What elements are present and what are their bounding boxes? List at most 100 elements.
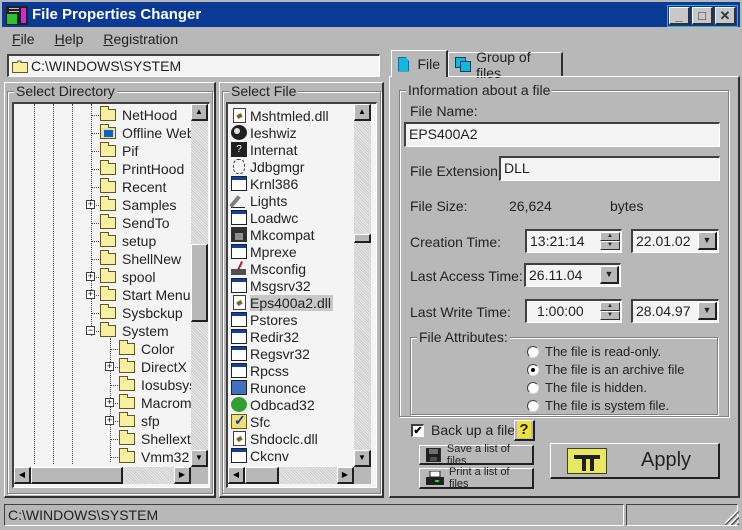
expand-icon[interactable]: + (105, 398, 114, 407)
radio-button[interactable] (527, 345, 539, 358)
creation-time-spinner[interactable]: ▲ ▼ (600, 232, 620, 251)
file-list-item[interactable]: Eps400a2.dll (231, 294, 333, 311)
file-list-item[interactable]: Rpcss (231, 362, 291, 379)
scroll-up-button[interactable]: ▲ (191, 104, 208, 121)
chevron-down-icon[interactable]: ▼ (698, 232, 717, 250)
tree-item[interactable]: Start Menu (100, 286, 190, 304)
expand-icon[interactable]: + (86, 272, 95, 281)
creation-time-input[interactable]: 13:21:14 ▲ ▼ (525, 229, 622, 253)
file-list-item[interactable]: Shdoclc.dll (231, 430, 320, 447)
file-list-item[interactable]: ? Internat (231, 141, 299, 158)
tree-item[interactable]: ShellNew (100, 250, 181, 268)
chevron-down-icon[interactable]: ▼ (698, 302, 717, 320)
spin-up-icon[interactable]: ▲ (600, 302, 620, 311)
expand-icon[interactable]: + (105, 362, 114, 371)
tree-item[interactable]: Sysbckup (100, 304, 183, 322)
collapse-icon[interactable]: − (86, 326, 95, 335)
backup-help-button[interactable]: ? (514, 420, 535, 441)
backup-checkbox[interactable]: ✔ (411, 424, 424, 437)
hscroll-thumb[interactable] (31, 467, 123, 484)
expand-icon[interactable]: + (86, 200, 95, 209)
tree-item[interactable]: Vmm32 (119, 448, 189, 466)
file-list-item[interactable]: Redir32 (231, 328, 301, 345)
menu-registration[interactable]: Registration (93, 29, 188, 49)
chevron-down-icon[interactable]: ▼ (600, 266, 619, 284)
attribute-radio[interactable]: The file is hidden. (527, 380, 647, 395)
last-access-date-dropdown[interactable]: 26.11.04 ▼ (524, 263, 621, 287)
radio-button[interactable] (527, 381, 539, 394)
tree-item[interactable]: Shellext (119, 430, 191, 448)
file-list-item[interactable]: Jdbgmgr (231, 158, 306, 175)
tree-item[interactable]: Recent (100, 178, 166, 196)
file-list-item[interactable]: Msconfig (231, 260, 308, 277)
file-list-item[interactable]: Mkcompat (231, 226, 317, 243)
scroll-left-button[interactable]: ◀ (14, 467, 31, 484)
print-list-button[interactable]: Print a list of files (419, 466, 534, 490)
scroll-up-button[interactable]: ▲ (354, 104, 371, 121)
file-list-item[interactable]: Runonce (231, 379, 308, 396)
file-list-item[interactable]: Ckcnv (231, 447, 291, 464)
file-list-item[interactable]: Pstores (231, 311, 299, 328)
file-list-item[interactable]: Sfc (231, 412, 272, 430)
expand-icon[interactable]: + (86, 290, 95, 299)
scroll-down-button[interactable]: ▼ (354, 450, 371, 467)
file-list-item[interactable]: Regsvr32 (231, 345, 312, 362)
attribute-radio[interactable]: The file is an archive file (527, 362, 684, 377)
attribute-radio[interactable]: The file is read-only. (527, 344, 661, 359)
file-vscrollbar[interactable]: ▲ ▼ (354, 104, 371, 467)
file-list-item[interactable]: Mshtmled.dll (231, 107, 331, 124)
tree-item[interactable]: SendTo (100, 214, 169, 232)
file-hscrollbar[interactable]: ◀ ▶ (228, 467, 354, 484)
creation-date-dropdown[interactable]: 22.01.02 ▼ (631, 229, 719, 253)
file-name-input[interactable]: EPS400A2 (404, 122, 720, 147)
file-list-item[interactable]: Krnl386 (231, 175, 300, 192)
scroll-thumb[interactable] (191, 244, 208, 322)
tree-item[interactable]: Samples (100, 196, 176, 214)
tree-item[interactable]: spool (100, 268, 155, 286)
tree-item[interactable]: setup (100, 232, 156, 250)
path-combobox[interactable]: C:\WINDOWS\SYSTEM (7, 54, 380, 77)
scroll-left-button[interactable]: ◀ (228, 467, 245, 484)
tab-group-of-files[interactable]: Group of files (448, 49, 563, 81)
radio-button[interactable] (527, 399, 539, 412)
file-list-item[interactable]: Mprexe (231, 243, 299, 260)
last-write-time-input[interactable]: 1:00:00 ▲ ▼ (525, 299, 622, 323)
tree-item[interactable]: Pif (100, 142, 138, 160)
file-list[interactable]: Mshtmled.dll Ieshwiz? Internat Jdbgmgr Krnl3… (226, 102, 377, 488)
spin-down-icon[interactable]: ▼ (600, 311, 620, 320)
tree-item[interactable]: NetHood (100, 106, 177, 124)
radio-button[interactable] (527, 363, 539, 376)
scroll-right-button[interactable]: ▶ (337, 467, 354, 484)
file-list-item[interactable]: Loadwc (231, 209, 300, 226)
close-button[interactable]: ✕ (715, 7, 736, 25)
tree-item[interactable]: PrintHood (100, 160, 184, 178)
attribute-radio[interactable]: The file is system file. (527, 398, 669, 413)
last-write-date-dropdown[interactable]: 28.04.97 ▼ (631, 299, 719, 323)
tree-item[interactable]: Iosubsys (119, 376, 196, 394)
hscroll-thumb[interactable] (245, 467, 279, 484)
file-extension-input[interactable]: DLL (499, 156, 720, 181)
tree-item[interactable]: DirectX (119, 358, 187, 376)
file-list-item[interactable]: Ieshwiz (231, 124, 299, 141)
directory-tree[interactable]: NetHood Offline Web F Pif PrintHood Recent Sa… (12, 102, 210, 488)
directory-hscrollbar[interactable]: ◀ ▶ (14, 467, 191, 484)
spin-up-icon[interactable]: ▲ (600, 232, 620, 241)
tree-item[interactable]: System (100, 322, 169, 340)
last-write-time-spinner[interactable]: ▲ ▼ (600, 302, 620, 321)
apply-button[interactable]: Apply (550, 443, 720, 479)
menu-help[interactable]: Help (45, 29, 94, 49)
scroll-thumb[interactable] (354, 234, 371, 243)
file-list-item[interactable]: Msgsrv32 (231, 277, 313, 294)
minimize-button[interactable]: _ (669, 7, 690, 25)
resize-grip[interactable] (725, 511, 739, 525)
tree-item[interactable]: sfp (119, 412, 160, 430)
scroll-down-button[interactable]: ▼ (191, 450, 208, 467)
menu-file[interactable]: File (2, 29, 45, 49)
tree-item[interactable]: Color (119, 340, 174, 358)
spin-down-icon[interactable]: ▼ (600, 241, 620, 250)
expand-icon[interactable]: + (105, 416, 114, 425)
maximize-button[interactable]: □ (692, 7, 713, 25)
scroll-right-button[interactable]: ▶ (174, 467, 191, 484)
directory-vscrollbar[interactable]: ▲ ▼ (191, 104, 208, 467)
file-list-item[interactable]: Odbcad32 (231, 396, 317, 413)
